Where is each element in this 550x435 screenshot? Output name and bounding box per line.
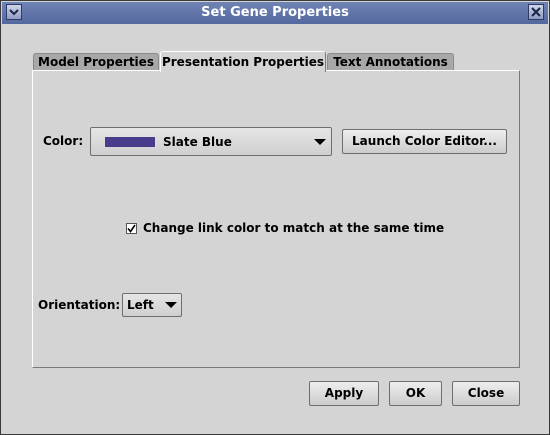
title-bar[interactable]: Set Gene Properties xyxy=(2,2,548,24)
chevron-down-icon xyxy=(9,9,19,16)
tab-model-properties[interactable]: Model Properties xyxy=(33,53,159,71)
dialog-window: Set Gene Properties Model Properties Pre… xyxy=(0,0,550,435)
tab-presentation-properties[interactable]: Presentation Properties xyxy=(160,51,326,72)
window-title: Set Gene Properties xyxy=(201,5,349,20)
ok-button[interactable]: OK xyxy=(389,381,442,406)
link-color-checkbox[interactable] xyxy=(126,223,137,234)
window-close-button[interactable] xyxy=(528,4,544,20)
orientation-dropdown[interactable]: Left xyxy=(122,293,182,317)
color-dropdown[interactable]: Slate Blue xyxy=(90,127,332,156)
color-dropdown-value: Slate Blue xyxy=(163,135,232,149)
launch-color-editor-button[interactable]: Launch Color Editor... xyxy=(342,129,507,154)
link-color-checkbox-label[interactable]: Change link color to match at the same t… xyxy=(143,221,444,235)
close-icon xyxy=(531,7,541,17)
window-menu-button[interactable] xyxy=(6,4,22,20)
close-button[interactable]: Close xyxy=(452,381,520,406)
color-swatch xyxy=(105,137,155,147)
dropdown-arrow-icon xyxy=(165,302,177,308)
orientation-dropdown-value: Left xyxy=(127,298,154,312)
dropdown-arrow-icon xyxy=(314,139,326,145)
color-label: Color: xyxy=(43,134,84,148)
checkmark-icon xyxy=(127,224,136,233)
apply-button[interactable]: Apply xyxy=(309,381,379,406)
tab-panel xyxy=(32,70,520,368)
tab-text-annotations[interactable]: Text Annotations xyxy=(327,53,454,71)
orientation-label: Orientation: xyxy=(38,298,121,312)
